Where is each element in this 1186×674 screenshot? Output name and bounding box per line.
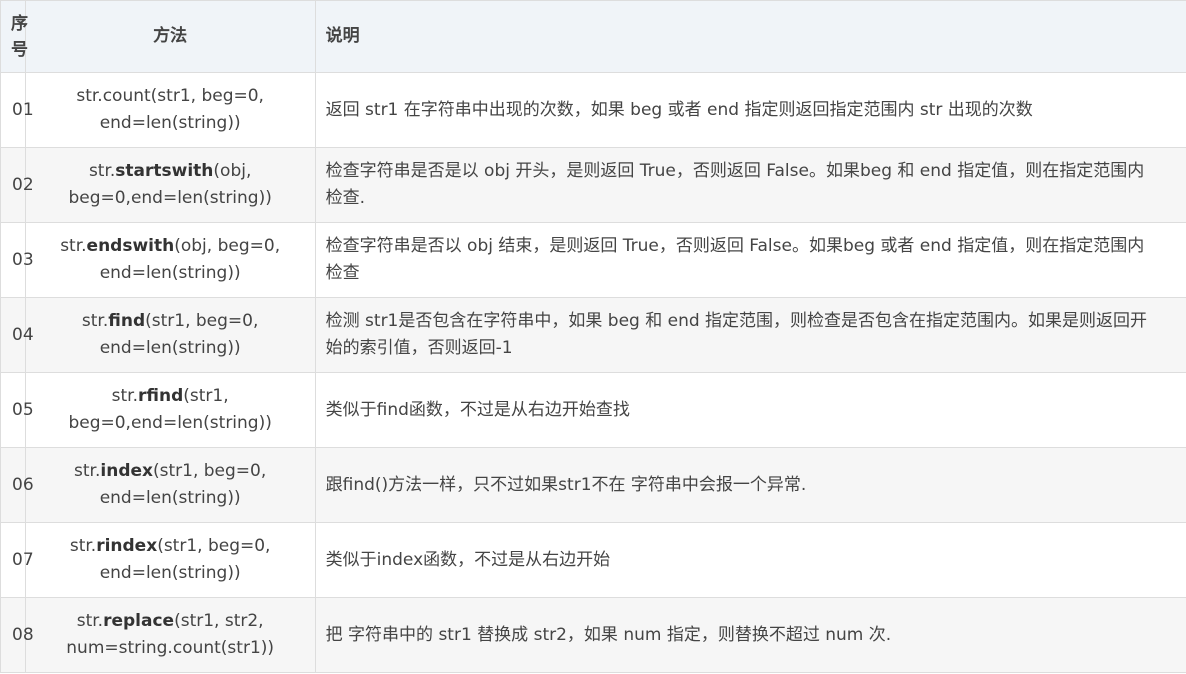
description-text: 跟find()方法一样，只不过如果str1不在 字符串中会报一个异常. bbox=[325, 474, 807, 495]
header-description: 说明 bbox=[314, 0, 1186, 73]
method-prefix: str. bbox=[76, 611, 104, 631]
method-name: replace bbox=[103, 611, 175, 631]
table-row: 06 str.index(str1, beg=0, end=len(string… bbox=[0, 447, 1186, 523]
method-description: 返回 str1 在字符串中出现的次数，如果 beg 或者 end 指定则返回指定… bbox=[314, 72, 1186, 148]
description-text: 类似于find函数，不过是从右边开始查找 bbox=[325, 399, 630, 420]
method-signature: str.find(str1, beg=0, end=len(string)) bbox=[24, 297, 316, 373]
table-row: 02 str.startswith(obj, beg=0,end=len(str… bbox=[0, 147, 1186, 223]
method-prefix: str. bbox=[69, 536, 97, 556]
table-header: 序号 方法 说明 bbox=[0, 0, 1186, 73]
description-text: 检查字符串是否以 obj 结束，是则返回 True，否则返回 False。如果b… bbox=[325, 236, 1145, 283]
method-description: 检查字符串是否以 obj 结束，是则返回 True，否则返回 False。如果b… bbox=[314, 222, 1186, 298]
table-row: 01 str.count(str1, beg=0, end=len(string… bbox=[0, 72, 1186, 148]
method-description: 跟find()方法一样，只不过如果str1不在 字符串中会报一个异常. bbox=[314, 447, 1186, 523]
table-row: 07 str.rindex(str1, beg=0, end=len(strin… bbox=[0, 522, 1186, 598]
method-signature: str.replace(str1, str2, num=string.count… bbox=[24, 597, 316, 673]
method-prefix: str. bbox=[81, 311, 109, 331]
method-signature: str.index(str1, beg=0, end=len(string)) bbox=[24, 447, 316, 523]
table-row: 03 str.endswith(obj, beg=0, end=len(stri… bbox=[0, 222, 1186, 298]
method-signature: str.rfind(str1, beg=0,end=len(string)) bbox=[24, 372, 316, 448]
method-signature: str.endswith(obj, beg=0, end=len(string)… bbox=[24, 222, 316, 298]
method-signature: str.startswith(obj, beg=0,end=len(string… bbox=[24, 147, 316, 223]
header-method: 方法 bbox=[24, 0, 316, 73]
header-no: 序号 bbox=[0, 0, 28, 73]
method-prefix: str. bbox=[60, 236, 87, 256]
row-number: 06 bbox=[0, 447, 34, 523]
row-number: 07 bbox=[0, 522, 34, 598]
method-prefix: str. bbox=[74, 461, 101, 481]
method-prefix: str. bbox=[88, 161, 116, 181]
description-text: 类似于index函数，不过是从右边开始 bbox=[325, 549, 611, 570]
table-row: 08 str.replace(str1, str2, num=string.co… bbox=[0, 597, 1186, 673]
row-number: 04 bbox=[0, 297, 34, 373]
method-name: index bbox=[100, 461, 153, 481]
row-number: 03 bbox=[0, 222, 34, 298]
description-text: 检查字符串是否是以 obj 开头，是则返回 True，否则返回 False。如果… bbox=[325, 161, 1145, 208]
table-row: 05 str.rfind(str1, beg=0,end=len(string)… bbox=[0, 372, 1186, 448]
row-number: 01 bbox=[0, 72, 34, 148]
method-name: find bbox=[108, 311, 146, 331]
method-description: 检查字符串是否是以 obj 开头，是则返回 True，否则返回 False。如果… bbox=[314, 147, 1186, 223]
method-signature: str.rindex(str1, beg=0, end=len(string)) bbox=[24, 522, 316, 598]
method-description: 检测 str1是否包含在字符串中，如果 beg 和 end 指定范围，则检查是否… bbox=[314, 297, 1186, 373]
description-text: 检测 str1是否包含在字符串中，如果 beg 和 end 指定范围，则检查是否… bbox=[325, 311, 1148, 358]
method-name: rfind bbox=[138, 386, 184, 406]
row-number: 02 bbox=[0, 147, 34, 223]
string-methods-table: 序号 方法 说明 01 str.count(str1, beg=0, end=l… bbox=[0, 0, 1186, 673]
table-body: 01 str.count(str1, beg=0, end=len(string… bbox=[0, 72, 1186, 673]
method-name: rindex bbox=[96, 536, 158, 556]
row-number: 08 bbox=[0, 597, 34, 673]
method-description: 类似于find函数，不过是从右边开始查找 bbox=[314, 372, 1186, 448]
method-prefix: str. bbox=[111, 386, 139, 406]
header-row: 序号 方法 说明 bbox=[0, 0, 1186, 73]
row-number: 05 bbox=[0, 372, 34, 448]
description-text: 返回 str1 在字符串中出现的次数，如果 beg 或者 end 指定则返回指定… bbox=[325, 99, 1033, 120]
method-signature: str.count(str1, beg=0, end=len(string)) bbox=[24, 72, 316, 148]
method-prefix: str.count(str1, beg=0, end=len(string)) bbox=[76, 86, 264, 133]
method-description: 把 字符串中的 str1 替换成 str2，如果 num 指定，则替换不超过 n… bbox=[314, 597, 1186, 673]
description-text: 把 字符串中的 str1 替换成 str2，如果 num 指定，则替换不超过 n… bbox=[325, 624, 892, 645]
method-name: startswith bbox=[115, 161, 214, 181]
method-name: endswith bbox=[86, 236, 175, 256]
method-description: 类似于index函数，不过是从右边开始 bbox=[314, 522, 1186, 598]
table-row: 04 str.find(str1, beg=0, end=len(string)… bbox=[0, 297, 1186, 373]
